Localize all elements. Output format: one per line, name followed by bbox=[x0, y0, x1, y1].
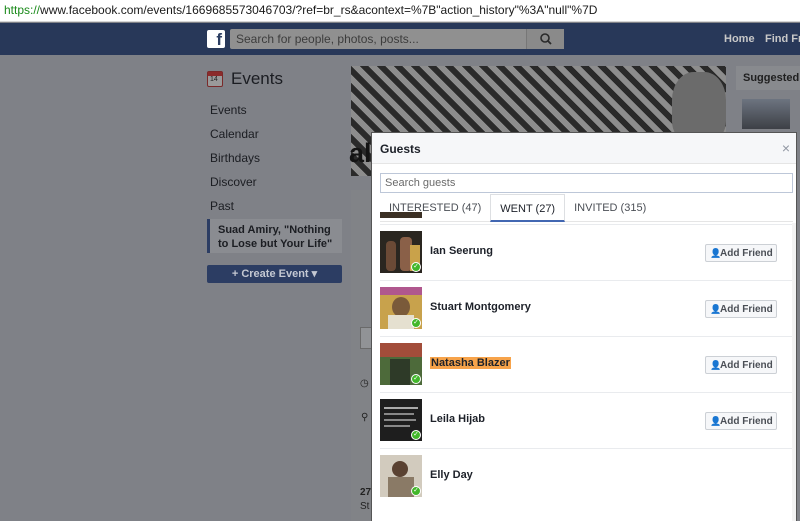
facebook-logo-icon[interactable]: f bbox=[207, 30, 225, 49]
add-friend-button[interactable]: 👤Add Friend bbox=[705, 244, 777, 262]
checkmark-icon: ✓ bbox=[411, 374, 421, 384]
guest-avatar bbox=[380, 212, 422, 218]
guest-list-scrollbar[interactable] bbox=[792, 223, 796, 521]
guest-name[interactable]: Leila Hijab bbox=[430, 413, 485, 425]
guest-name[interactable]: Natasha Blazer bbox=[430, 357, 511, 369]
add-friend-label: Add Friend bbox=[720, 416, 773, 427]
clock-icon: ◷ bbox=[360, 378, 369, 389]
guests-dialog-header: Guests × bbox=[372, 133, 796, 164]
sidebar-item-discover[interactable]: Discover bbox=[210, 175, 260, 199]
nav-find-friends-link[interactable]: Find Friends bbox=[765, 33, 800, 45]
guest-row[interactable]: ✓ Stuart Montgomery 👤Add Friend bbox=[380, 280, 793, 336]
sidebar-item-current-event[interactable]: Suad Amiry, "Nothing to Lose but Your Li… bbox=[207, 219, 342, 253]
url-bar[interactable]: https://www.facebook.com/events/16696855… bbox=[0, 0, 800, 22]
close-icon[interactable]: × bbox=[782, 141, 790, 155]
guest-row[interactable]: ✓ Ian Seerung 👤Add Friend bbox=[380, 224, 793, 280]
event-title-fragment: al bbox=[349, 138, 372, 168]
add-friend-icon: 👤 bbox=[710, 248, 722, 258]
top-header: f Search for people, photos, posts... Ho… bbox=[0, 23, 800, 55]
add-friend-button[interactable]: 👤Add Friend bbox=[705, 300, 777, 318]
calendar-icon: 14 bbox=[207, 71, 223, 87]
guest-avatar[interactable]: ✓ bbox=[380, 287, 422, 329]
sidebar-item-birthdays[interactable]: Birthdays bbox=[210, 151, 260, 175]
sidebar-nav: Events Calendar Birthdays Discover Past bbox=[210, 103, 260, 223]
add-friend-label: Add Friend bbox=[720, 304, 773, 315]
add-friend-icon: 👤 bbox=[710, 304, 722, 314]
guest-row[interactable]: ✓ Natasha Blazer 👤Add Friend bbox=[380, 336, 793, 392]
url-protocol: https:// bbox=[4, 3, 41, 17]
guest-row-partial bbox=[380, 212, 793, 224]
guest-name[interactable]: Stuart Montgomery bbox=[430, 301, 531, 313]
add-friend-button[interactable]: 👤Add Friend bbox=[705, 356, 777, 374]
search-icon bbox=[540, 33, 552, 45]
guest-avatar[interactable]: ✓ bbox=[380, 231, 422, 273]
sidebar-item-events[interactable]: Events bbox=[210, 103, 260, 127]
guests-dialog: Guests × Search guests INTERESTED (47) W… bbox=[371, 132, 797, 521]
header-search-input[interactable]: Search for people, photos, posts... bbox=[230, 29, 564, 49]
guest-avatar[interactable]: ✓ bbox=[380, 399, 422, 441]
calendar-day: 14 bbox=[210, 76, 218, 83]
location-pin-icon: ⚲ bbox=[361, 412, 369, 423]
stub-text: St bbox=[360, 501, 370, 512]
add-friend-icon: 👤 bbox=[710, 416, 722, 426]
search-button[interactable] bbox=[526, 29, 564, 49]
stub-date: 27 bbox=[360, 487, 372, 498]
guest-row[interactable]: ✓ Elly Day bbox=[380, 448, 793, 504]
guest-name[interactable]: Ian Seerung bbox=[430, 245, 493, 257]
header-search-placeholder: Search for people, photos, posts... bbox=[236, 32, 419, 46]
nav-home-link[interactable]: Home bbox=[724, 33, 755, 45]
url-text: www.facebook.com/events/1669685573046703… bbox=[40, 3, 598, 17]
suggested-events-header: Suggested Events bbox=[736, 66, 800, 90]
add-friend-label: Add Friend bbox=[720, 248, 773, 259]
checkmark-icon: ✓ bbox=[411, 486, 421, 496]
checkmark-icon: ✓ bbox=[411, 430, 421, 440]
checkmark-icon: ✓ bbox=[411, 262, 421, 272]
create-event-button[interactable]: + Create Event ▾ bbox=[207, 265, 342, 283]
guest-name[interactable]: Elly Day bbox=[430, 469, 473, 481]
guest-avatar[interactable]: ✓ bbox=[380, 343, 422, 385]
sidebar-title-text: Events bbox=[231, 69, 283, 88]
add-friend-label: Add Friend bbox=[720, 360, 773, 371]
add-friend-button[interactable]: 👤Add Friend bbox=[705, 412, 777, 430]
checkmark-icon: ✓ bbox=[411, 318, 421, 328]
guest-avatar[interactable]: ✓ bbox=[380, 455, 422, 497]
add-friend-icon: 👤 bbox=[710, 360, 722, 370]
sidebar-title: 14 Events bbox=[207, 69, 283, 89]
suggested-event-thumbnail[interactable] bbox=[742, 99, 790, 129]
search-guests-input[interactable]: Search guests bbox=[380, 173, 793, 193]
guest-row[interactable]: ✓ Leila Hijab 👤Add Friend bbox=[380, 392, 793, 448]
guests-dialog-title: Guests bbox=[380, 142, 421, 156]
sidebar-item-calendar[interactable]: Calendar bbox=[210, 127, 260, 151]
